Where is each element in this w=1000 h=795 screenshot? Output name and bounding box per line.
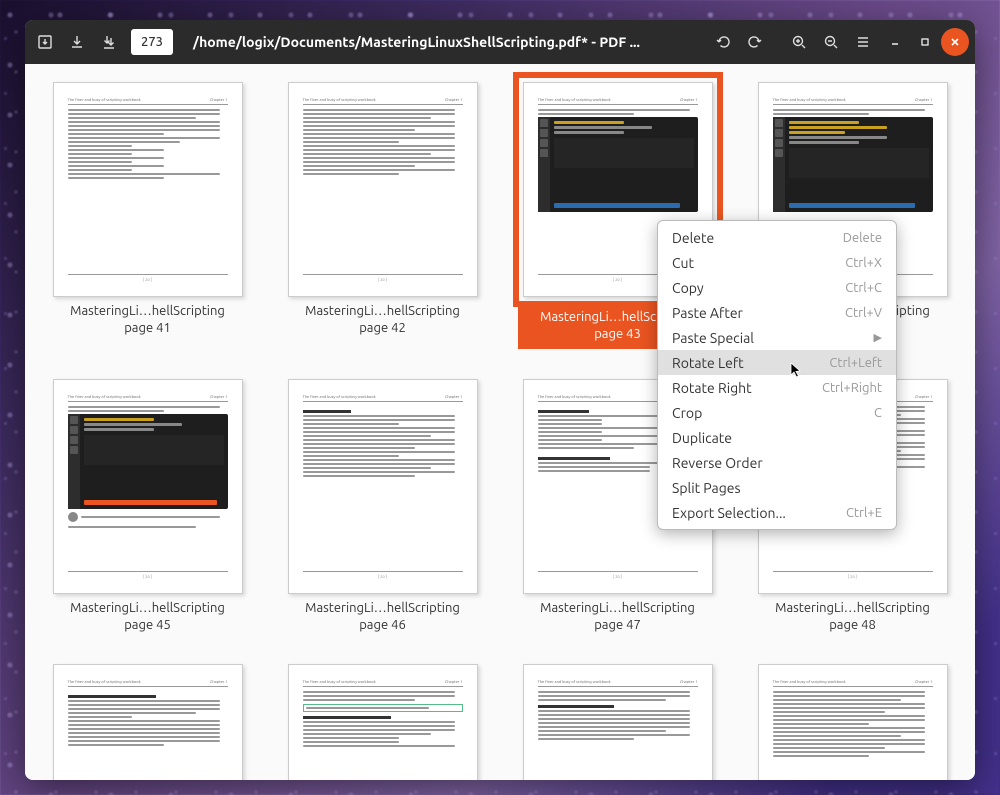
menu-item-label: Cut — [672, 255, 694, 271]
context-menu-item[interactable]: Paste After Ctrl+V — [658, 300, 896, 325]
page-thumbnail[interactable]: The finer and busy of scripting workbook… — [288, 664, 478, 780]
thumbnail-caption: MasteringLi…hellScriptingpage 47 — [540, 600, 695, 634]
menu-item-label: Paste After — [672, 305, 743, 321]
menu-item-label: Reverse Order — [672, 455, 763, 471]
import-icon[interactable] — [31, 28, 59, 56]
page-thumbnail[interactable]: The finer and busy of scripting workbook… — [53, 379, 243, 594]
thumbnail-cell[interactable]: The finer and busy of scripting workbook… — [270, 82, 495, 349]
page-thumbnail[interactable]: The finer and busy of scripting workbook… — [523, 664, 713, 780]
zoom-out-icon[interactable] — [817, 28, 845, 56]
menu-item-shortcut: Ctrl+Right — [822, 381, 882, 395]
hamburger-menu-icon[interactable] — [849, 28, 877, 56]
thumbnail-cell[interactable]: The finer and busy of scripting workbook… — [35, 379, 260, 634]
menu-item-shortcut: Delete — [843, 231, 882, 245]
menu-item-shortcut: Ctrl+X — [845, 256, 882, 270]
thumbnail-cell[interactable]: The finer and busy of scripting workbook… — [35, 664, 260, 780]
thumbnail-cell[interactable]: The finer and busy of scripting workbook… — [270, 664, 495, 780]
thumbnail-caption: MasteringLi…hellScriptingpage 48 — [775, 600, 930, 634]
page-thumbnail[interactable]: The finer and busy of scripting workbook… — [758, 664, 948, 780]
context-menu-item[interactable]: Delete Delete — [658, 225, 896, 250]
menu-item-label: Delete — [672, 230, 714, 246]
menu-item-label: Rotate Left — [672, 355, 744, 371]
context-menu-item[interactable]: Rotate Right Ctrl+Right — [658, 375, 896, 400]
page-thumbnail[interactable]: The finer and busy of scripting workbook… — [53, 82, 243, 297]
save-all-icon[interactable] — [95, 28, 123, 56]
menu-item-shortcut: Ctrl+C — [845, 281, 882, 295]
menu-item-shortcut: Ctrl+E — [846, 506, 882, 520]
thumbnail-cell[interactable]: The finer and busy of scripting workbook… — [740, 664, 965, 780]
thumbnail-cell[interactable]: The finer and busy of scripting workbook… — [270, 379, 495, 634]
thumbnail-cell[interactable]: The finer and busy of scripting workbook… — [35, 82, 260, 349]
page-thumbnail[interactable]: The finer and busy of scripting workbook… — [288, 82, 478, 297]
zoom-in-icon[interactable] — [785, 28, 813, 56]
submenu-arrow-icon: ▶ — [874, 331, 882, 344]
thumbnail-caption: MasteringLi…hellScriptingpage 46 — [305, 600, 460, 634]
menu-item-shortcut: C — [874, 406, 882, 420]
close-button[interactable] — [941, 28, 969, 56]
context-menu-item[interactable]: Split Pages — [658, 475, 896, 500]
save-icon[interactable] — [63, 28, 91, 56]
page-number-input[interactable]: 273 — [131, 29, 173, 55]
undo-icon[interactable] — [709, 28, 737, 56]
context-menu-item[interactable]: Cut Ctrl+X — [658, 250, 896, 275]
titlebar: 273 /home/logix/Documents/MasteringLinux… — [25, 20, 975, 64]
menu-item-label: Export Selection... — [672, 505, 786, 521]
context-menu-item[interactable]: Paste Special ▶ — [658, 325, 896, 350]
context-menu-item[interactable]: Duplicate — [658, 425, 896, 450]
menu-item-label: Copy — [672, 280, 704, 296]
menu-item-label: Crop — [672, 405, 702, 421]
thumbnail-caption: MasteringLi…hellScriptingpage 41 — [70, 303, 225, 337]
menu-item-label: Paste Special — [672, 330, 754, 346]
thumbnail-caption: MasteringLi…hellScriptingpage 42 — [305, 303, 460, 337]
minimize-button[interactable] — [881, 28, 909, 56]
context-menu-item[interactable]: Reverse Order — [658, 450, 896, 475]
context-menu: Delete Delete Cut Ctrl+X Copy Ctrl+C Paste Aft… — [657, 220, 897, 530]
menu-item-shortcut: Ctrl+Left — [829, 356, 882, 370]
page-thumbnail[interactable]: The finer and busy of scripting workbook… — [288, 379, 478, 594]
page-thumbnail[interactable]: The finer and busy of scripting workbook… — [53, 664, 243, 780]
context-menu-item[interactable]: Export Selection... Ctrl+E — [658, 500, 896, 525]
thumbnail-cell[interactable]: The finer and busy of scripting workbook… — [505, 664, 730, 780]
window-title: /home/logix/Documents/MasteringLinuxShel… — [181, 34, 705, 50]
menu-item-label: Split Pages — [672, 480, 741, 496]
context-menu-item[interactable]: Rotate Left Ctrl+Left — [658, 350, 896, 375]
menu-item-shortcut: Ctrl+V — [845, 306, 882, 320]
maximize-button[interactable] — [911, 28, 939, 56]
menu-item-label: Rotate Right — [672, 380, 752, 396]
context-menu-item[interactable]: Copy Ctrl+C — [658, 275, 896, 300]
thumbnail-caption: MasteringLi…hellScriptingpage 45 — [70, 600, 225, 634]
context-menu-item[interactable]: Crop C — [658, 400, 896, 425]
redo-icon[interactable] — [741, 28, 769, 56]
menu-item-label: Duplicate — [672, 430, 732, 446]
